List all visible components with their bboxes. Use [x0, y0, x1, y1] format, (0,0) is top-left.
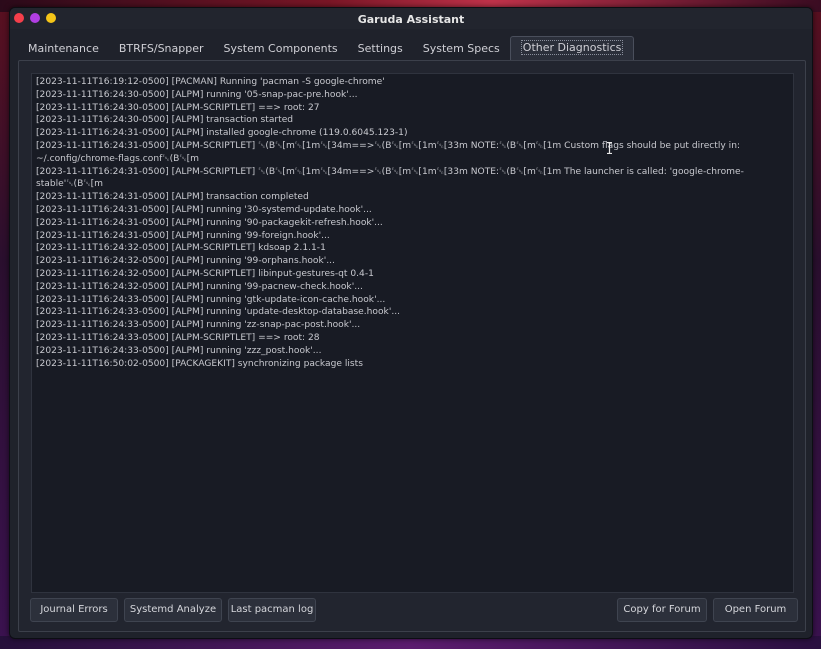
log-line: [2023-11-11T16:24:33-0500] [ALPM] runnin…: [36, 307, 400, 318]
tab-label: Maintenance: [28, 42, 99, 55]
journal-errors-button[interactable]: Journal Errors: [30, 598, 118, 622]
tab-label: System Specs: [422, 42, 500, 55]
title-bar[interactable]: Garuda Assistant: [10, 8, 812, 29]
window-title: Garuda Assistant: [357, 13, 465, 26]
log-line: [2023-11-11T16:24:32-0500] [ALPM] runnin…: [36, 256, 335, 267]
tab-label: BTRFS/Snapper: [118, 42, 204, 55]
log-line: [2023-11-11T16:24:31-0500] [ALPM] transa…: [36, 192, 309, 203]
copy-for-forum-button[interactable]: Copy for Forum: [617, 598, 707, 622]
tab-label: System Components: [223, 42, 338, 55]
log-line: [2023-11-11T16:24:31-0500] [ALPM-SCRIPTL…: [36, 140, 743, 164]
tab-maintenance[interactable]: Maintenance: [18, 38, 109, 60]
log-line: [2023-11-11T16:24:30-0500] [ALPM] runnin…: [36, 89, 358, 100]
log-line: [2023-11-11T16:19:12-0500] [PACMAN] Runn…: [36, 77, 385, 87]
tab-btrfs-snapper[interactable]: BTRFS/Snapper: [109, 38, 214, 60]
log-line: [2023-11-11T16:24:30-0500] [ALPM-SCRIPTL…: [36, 102, 320, 113]
tab-label: Other Diagnostics: [520, 40, 624, 55]
log-line: [2023-11-11T16:24:31-0500] [ALPM] runnin…: [36, 217, 383, 228]
tab-bar: Maintenance BTRFS/Snapper System Compone…: [18, 36, 635, 60]
log-line: [2023-11-11T16:24:32-0500] [ALPM-SCRIPTL…: [36, 268, 374, 279]
systemd-analyze-button[interactable]: Systemd Analyze: [124, 598, 222, 622]
log-line: [2023-11-11T16:24:32-0500] [ALPM] runnin…: [36, 281, 363, 292]
maximize-window-button[interactable]: [46, 13, 56, 23]
tab-settings[interactable]: Settings: [348, 38, 413, 60]
tab-system-specs[interactable]: System Specs: [413, 38, 510, 60]
last-pacman-log-button[interactable]: Last pacman log: [228, 598, 316, 622]
app-window: Garuda Assistant Maintenance BTRFS/Snapp…: [9, 7, 813, 639]
tab-label: Settings: [357, 42, 403, 55]
minimize-window-button[interactable]: [30, 13, 40, 23]
log-line: [2023-11-11T16:24:31-0500] [ALPM-SCRIPTL…: [36, 166, 744, 190]
open-forum-button[interactable]: Open Forum: [713, 598, 798, 622]
log-line: [2023-11-11T16:24:31-0500] [ALPM] instal…: [36, 128, 408, 139]
log-line: [2023-11-11T16:24:33-0500] [ALPM] runnin…: [36, 345, 322, 356]
log-line: [2023-11-11T16:24:33-0500] [ALPM] runnin…: [36, 320, 361, 331]
tab-other-diagnostics[interactable]: Other Diagnostics: [509, 36, 635, 60]
tab-system-components[interactable]: System Components: [214, 38, 348, 60]
log-line: [2023-11-11T16:24:31-0500] [ALPM] runnin…: [36, 204, 372, 215]
close-window-button[interactable]: [14, 13, 24, 23]
log-line: [2023-11-11T16:24:32-0500] [ALPM-SCRIPTL…: [36, 243, 326, 254]
log-line: [2023-11-11T16:24:30-0500] [ALPM] transa…: [36, 115, 294, 126]
log-text-area[interactable]: [2023-11-11T16:19:12-0500] [PACMAN] Runn…: [31, 73, 794, 593]
log-line: [2023-11-11T16:50:02-0500] [PACKAGEKIT] …: [36, 358, 363, 369]
diagnostics-panel: [2023-11-11T16:19:12-0500] [PACMAN] Runn…: [18, 60, 806, 632]
log-line: [2023-11-11T16:24:33-0500] [ALPM] runnin…: [36, 294, 386, 305]
log-line: [2023-11-11T16:24:31-0500] [ALPM] runnin…: [36, 230, 330, 241]
text-cursor-icon: [607, 142, 612, 154]
log-line: [2023-11-11T16:24:33-0500] [ALPM-SCRIPTL…: [36, 332, 320, 343]
